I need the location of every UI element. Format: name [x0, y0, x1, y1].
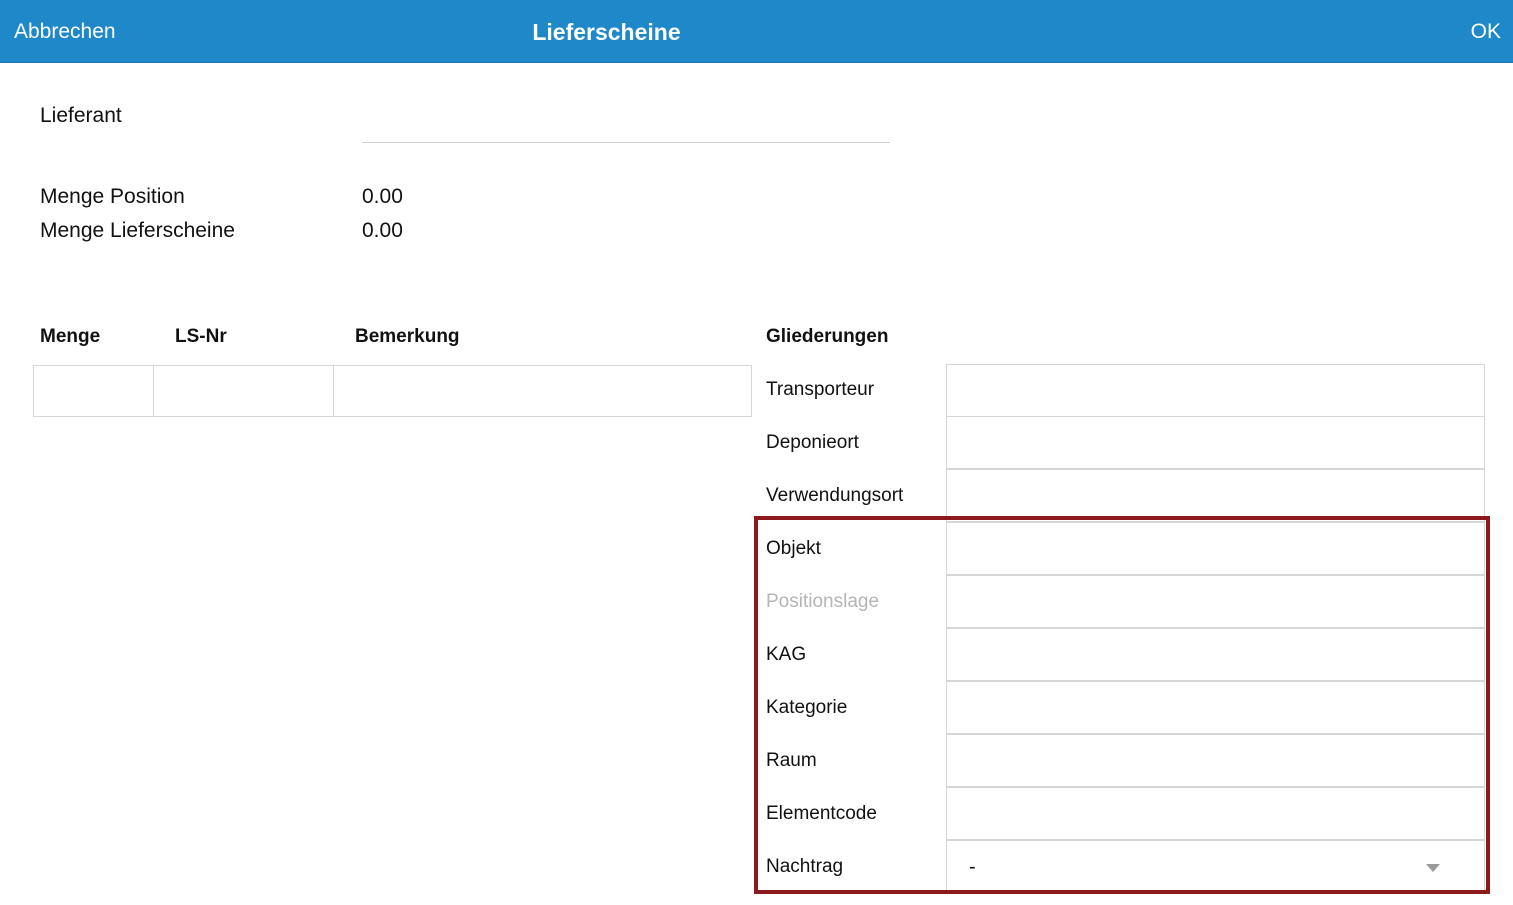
qty-position-label: Menge Position: [40, 185, 185, 208]
kategorie-label: Kategorie: [766, 697, 848, 718]
supplier-label: Lieferant: [40, 104, 122, 127]
nachtrag-selected-value: -: [969, 856, 976, 878]
kag-field[interactable]: [946, 628, 1485, 681]
chevron-down-icon[interactable]: [1426, 864, 1440, 872]
qty-delivery-label: Menge Lieferscheine: [40, 219, 235, 242]
supplier-input[interactable]: [362, 100, 890, 143]
transporteur-field[interactable]: [946, 364, 1485, 417]
nachtrag-label: Nachtrag: [766, 856, 844, 877]
page-title: Lieferscheine: [532, 19, 681, 45]
raum-field[interactable]: [946, 734, 1485, 787]
objekt-label: Objekt: [766, 538, 821, 559]
objekt-field[interactable]: [946, 522, 1485, 575]
gliederungen-heading: Gliederungen: [766, 326, 889, 347]
qty-delivery-value: 0.00: [362, 219, 403, 242]
column-header-menge: Menge: [40, 326, 101, 347]
transporteur-label: Transporteur: [766, 379, 875, 400]
column-header-bemerkung: Bemerkung: [355, 326, 460, 347]
column-header-ls-nr: LS-Nr: [175, 326, 227, 347]
table-row: [33, 365, 752, 417]
nachtrag-select[interactable]: -: [946, 840, 1485, 892]
deponieort-field[interactable]: [946, 416, 1485, 469]
elementcode-label: Elementcode: [766, 803, 877, 824]
ls-nr-cell[interactable]: [154, 366, 334, 416]
positionslage-label: Positionslage: [766, 591, 880, 612]
elementcode-field[interactable]: [946, 787, 1485, 840]
kategorie-field[interactable]: [946, 681, 1485, 734]
bemerkung-cell[interactable]: [334, 366, 751, 416]
verwendungsort-field[interactable]: [946, 469, 1485, 522]
positionslage-field: [946, 575, 1485, 628]
qty-position-value: 0.00: [362, 185, 403, 208]
raum-label: Raum: [766, 750, 817, 771]
menge-cell[interactable]: [34, 366, 154, 416]
navigation-bar: Abbrechen Lieferscheine OK: [0, 0, 1513, 63]
kag-label: KAG: [766, 644, 807, 665]
deponieort-label: Deponieort: [766, 432, 859, 453]
ok-button[interactable]: OK: [1471, 0, 1501, 62]
verwendungsort-label: Verwendungsort: [766, 485, 904, 506]
